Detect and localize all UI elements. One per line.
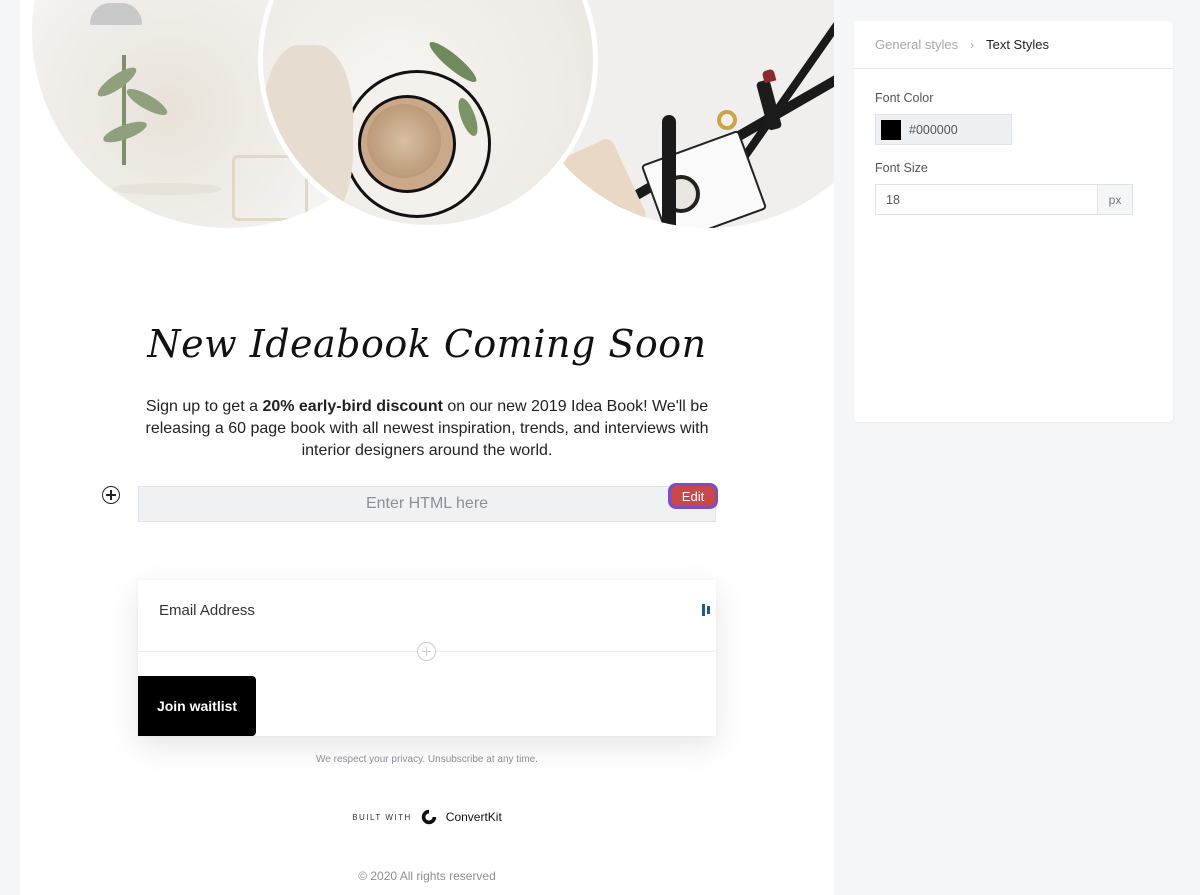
intro-text-highlight: 20% early-bird discount <box>262 398 443 415</box>
built-with-badge[interactable]: BUILT WITH ConvertKit <box>20 808 834 826</box>
page-headline: New Ideabook Coming Soon <box>147 322 707 366</box>
convertkit-logo-icon <box>421 809 436 825</box>
hero-photo-collage <box>20 0 834 232</box>
font-size-field[interactable]: 18 px <box>875 184 1133 215</box>
intro-paragraph: Sign up to get a 20% early-bird discount… <box>130 396 724 462</box>
signup-form: Email Address Join waitlist <box>138 580 716 736</box>
built-with-label: BUILT WITH <box>352 812 412 822</box>
breadcrumb-text-styles: Text Styles <box>986 37 1049 52</box>
font-size-label: Font Size <box>875 161 928 175</box>
chevron-right-icon: › <box>970 37 975 52</box>
color-swatch[interactable] <box>881 119 901 140</box>
breadcrumb-general-styles[interactable]: General styles <box>875 37 958 52</box>
html-block[interactable]: Enter HTML here <box>138 486 716 522</box>
copyright-text: © 2020 All rights reserved <box>358 869 496 883</box>
privacy-note: We respect your privacy. Unsubscribe at … <box>316 754 538 765</box>
field-settings-icon[interactable] <box>702 604 712 616</box>
font-color-value: #000000 <box>909 122 958 137</box>
email-field[interactable]: Email Address <box>159 602 255 619</box>
html-block-placeholder: Enter HTML here <box>365 495 489 512</box>
font-size-value[interactable]: 18 <box>876 185 1097 214</box>
add-field-icon[interactable] <box>417 642 436 661</box>
landing-page-canvas: New Ideabook Coming Soon Sign up to get … <box>20 0 834 895</box>
style-settings-panel: General styles › Text Styles Font Color … <box>854 21 1173 422</box>
font-color-label: Font Color <box>875 91 934 105</box>
font-color-picker[interactable]: #000000 <box>875 114 1012 145</box>
intro-text-start: Sign up to get a <box>145 398 263 415</box>
add-block-icon[interactable] <box>102 486 120 504</box>
font-size-unit: px <box>1097 185 1132 214</box>
convertkit-brand: ConvertKit <box>445 810 502 824</box>
edit-button[interactable]: Edit <box>668 483 718 509</box>
join-waitlist-button[interactable]: Join waitlist <box>138 676 256 736</box>
coffee-photo <box>258 0 598 230</box>
breadcrumb: General styles › Text Styles <box>854 21 1173 69</box>
